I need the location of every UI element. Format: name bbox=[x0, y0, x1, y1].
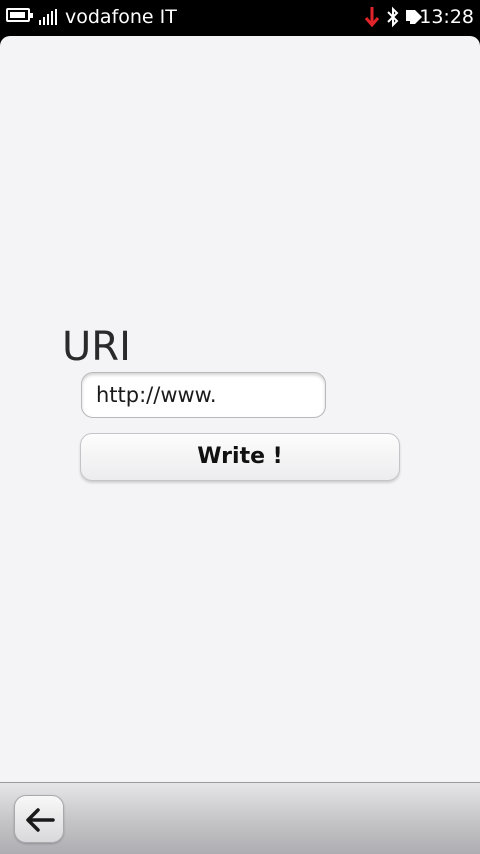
signal-icon bbox=[39, 9, 59, 25]
uri-label: URI bbox=[62, 324, 131, 370]
clock: 13:28 bbox=[419, 6, 474, 28]
write-button[interactable]: Write ! bbox=[80, 433, 400, 481]
bluetooth-icon bbox=[387, 6, 399, 28]
url-input[interactable] bbox=[81, 372, 326, 418]
bottom-toolbar bbox=[0, 782, 480, 854]
app-content: URI Write ! bbox=[0, 36, 480, 782]
download-arrow-icon bbox=[364, 7, 380, 28]
battery-icon bbox=[6, 8, 33, 22]
back-button[interactable] bbox=[14, 795, 64, 843]
back-arrow-icon bbox=[26, 808, 55, 832]
carrier-name: vodafone IT bbox=[65, 6, 177, 28]
phone-screen: vodafone IT 13:28 URI Write ! bbox=[0, 0, 480, 854]
status-bar: vodafone IT 13:28 bbox=[0, 0, 480, 36]
